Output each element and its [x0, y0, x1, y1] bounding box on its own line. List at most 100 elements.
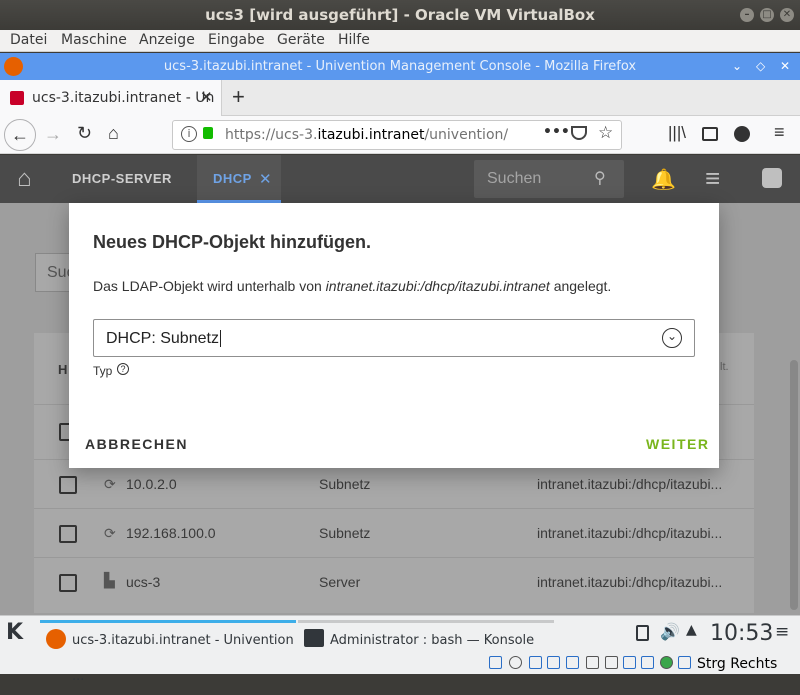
- chevron-down-icon[interactable]: ⌄: [732, 53, 742, 80]
- audio-icon[interactable]: [529, 656, 542, 669]
- row-checkbox[interactable]: [59, 476, 77, 494]
- search-icon[interactable]: ⚲: [594, 160, 606, 198]
- maximize-icon[interactable]: □: [760, 8, 774, 22]
- clipboard-icon[interactable]: [636, 625, 649, 641]
- firefox-window-title: ucs-3.itazubi.intranet - Univention Mana…: [163, 59, 637, 74]
- tray-expand-icon[interactable]: ▲: [686, 622, 697, 638]
- dialog-description: Das LDAP-Objekt wird unterhalb von intra…: [93, 278, 612, 294]
- tab-label: ucs-3.itazubi.intranet - Un: [32, 90, 215, 106]
- host-key-label: Strg Rechts: [697, 656, 778, 672]
- umc-search-placeholder: Suchen: [487, 170, 542, 187]
- row-name[interactable]: 10.0.2.0: [126, 476, 177, 492]
- firefox-logo-icon: [4, 57, 23, 76]
- row-type: Server: [319, 574, 361, 590]
- cancel-button[interactable]: ABBRECHEN: [85, 436, 188, 452]
- tab-close-icon[interactable]: ✕: [259, 170, 272, 188]
- vt-x-icon[interactable]: [641, 656, 654, 669]
- row-type: Subnetz: [319, 525, 371, 541]
- hamburger-menu-icon[interactable]: ≡: [774, 122, 785, 143]
- forward-icon[interactable]: →: [44, 124, 62, 145]
- firefox-logo-icon: [46, 629, 66, 649]
- restore-icon[interactable]: ◇: [756, 53, 765, 80]
- row-checkbox[interactable]: [59, 574, 77, 592]
- object-type-select[interactable]: DHCP: Subnetz ⌄: [93, 319, 695, 357]
- object-type-value: DHCP: Subnetz: [106, 330, 221, 347]
- select-label: Typ: [93, 364, 113, 378]
- guest-additions-icon[interactable]: [660, 656, 673, 669]
- subnet-icon: ⟳: [104, 525, 116, 541]
- menu-eingabe[interactable]: Eingabe: [208, 32, 265, 48]
- volume-icon[interactable]: 🔊: [660, 622, 680, 641]
- close-icon[interactable]: ✕: [780, 8, 794, 22]
- row-type: Subnetz: [319, 476, 371, 492]
- harddisk-icon[interactable]: [489, 656, 502, 669]
- sidebar-icon[interactable]: [702, 127, 718, 141]
- user-menu-icon[interactable]: [762, 168, 782, 188]
- kde-menu-icon[interactable]: K: [6, 620, 23, 645]
- row-path: intranet.itazubi:/dhcp/itazubi...: [537, 476, 723, 492]
- account-icon[interactable]: [734, 126, 750, 142]
- browser-tab[interactable]: ucs-3.itazubi.intranet - Un ✕: [0, 80, 222, 116]
- back-icon[interactable]: ←: [4, 119, 36, 151]
- page-scrollbar[interactable]: [790, 360, 798, 610]
- shared-folders-icon[interactable]: [586, 656, 599, 669]
- optical-drive-icon[interactable]: [509, 656, 522, 669]
- chevron-down-icon[interactable]: ⌄: [662, 328, 682, 348]
- url-text: https://ucs-3.itazubi.intranet/univentio…: [225, 127, 509, 143]
- network-icon[interactable]: [547, 656, 560, 669]
- usb-icon[interactable]: [566, 656, 579, 669]
- menu-icon[interactable]: ≡: [705, 163, 720, 194]
- reload-icon[interactable]: ↻: [77, 123, 92, 144]
- menu-anzeige[interactable]: Anzeige: [139, 32, 195, 48]
- task-firefox-label: ucs-3.itazubi.intranet - Univention ...: [72, 633, 294, 684]
- home-icon[interactable]: ⌂: [108, 123, 119, 144]
- menu-hilfe[interactable]: Hilfe: [338, 32, 370, 48]
- video-capture-icon[interactable]: [623, 656, 636, 669]
- row-name[interactable]: 192.168.100.0: [126, 525, 216, 541]
- display-icon[interactable]: [605, 656, 618, 669]
- terminal-icon: [304, 629, 324, 647]
- task-firefox[interactable]: ucs-3.itazubi.intranet - Univention ...: [40, 620, 296, 684]
- library-icon[interactable]: |||\: [668, 123, 686, 143]
- menu-datei[interactable]: Datei: [10, 32, 47, 48]
- tab-strip: ucs-3.itazubi.intranet - Un ✕ +: [0, 80, 800, 116]
- page-actions-icon[interactable]: •••: [543, 124, 570, 140]
- row-path: intranet.itazubi:/dhcp/itazubi...: [537, 574, 723, 590]
- bookmark-star-icon[interactable]: ☆: [598, 123, 613, 143]
- row-path: intranet.itazubi:/dhcp/itazubi...: [537, 525, 723, 541]
- row-checkbox[interactable]: [59, 525, 77, 543]
- menu-maschine[interactable]: Maschine: [61, 32, 127, 48]
- subnet-icon: ⟳: [104, 476, 116, 492]
- task-konsole[interactable]: Administrator : bash — Konsole: [298, 620, 554, 654]
- tab-dhcp-server[interactable]: DHCP-SERVER: [72, 155, 172, 203]
- close-icon[interactable]: ✕: [780, 53, 790, 80]
- add-dhcp-object-dialog: Neues DHCP-Objekt hinzufügen. Das LDAP-O…: [69, 203, 719, 468]
- clock[interactable]: 10:53: [710, 621, 773, 646]
- kde-taskbar: K ucs-3.itazubi.intranet - Univention ..…: [0, 615, 800, 684]
- navigation-toolbar: ← → ↻ ⌂ i https://ucs-3.itazubi.intranet…: [0, 116, 800, 154]
- umc-search-input[interactable]: Suchen ⚲: [474, 160, 624, 198]
- menu-geraete[interactable]: Geräte: [277, 32, 325, 48]
- table-row[interactable]: ▙ ucs-3 Server intranet.itazubi:/dhcp/it…: [34, 557, 754, 606]
- grid-header-partial: H: [58, 362, 68, 377]
- umc-header: ⌂ DHCP-SERVER DHCP ✕ 🔔 ≡: [0, 155, 800, 203]
- window-title: ucs3 [wird ausgeführt] - Oracle VM Virtu…: [205, 6, 595, 24]
- home-icon[interactable]: ⌂: [17, 167, 32, 191]
- url-bar[interactable]: i https://ucs-3.itazubi.intranet/univent…: [172, 120, 622, 150]
- server-icon: ▙: [104, 572, 115, 588]
- panel-menu-icon[interactable]: ≡: [775, 622, 789, 642]
- help-icon[interactable]: ?: [117, 363, 129, 375]
- task-konsole-label: Administrator : bash — Konsole: [330, 633, 535, 648]
- notifications-bell-icon[interactable]: 🔔: [651, 167, 676, 192]
- info-icon[interactable]: i: [181, 126, 197, 142]
- next-button[interactable]: WEITER: [646, 436, 709, 452]
- tab-close-icon[interactable]: ✕: [200, 88, 213, 106]
- mouse-integration-icon[interactable]: [678, 656, 691, 669]
- row-name[interactable]: ucs-3: [126, 574, 160, 590]
- tab-dhcp[interactable]: DHCP ✕: [197, 155, 281, 203]
- minimize-icon[interactable]: –: [740, 8, 754, 22]
- pocket-icon[interactable]: [571, 126, 587, 140]
- table-row[interactable]: ⟳ 192.168.100.0 Subnetz intranet.itazubi…: [34, 508, 754, 557]
- new-tab-icon[interactable]: +: [232, 84, 245, 110]
- grid-header-right-partial: lt.: [720, 361, 729, 373]
